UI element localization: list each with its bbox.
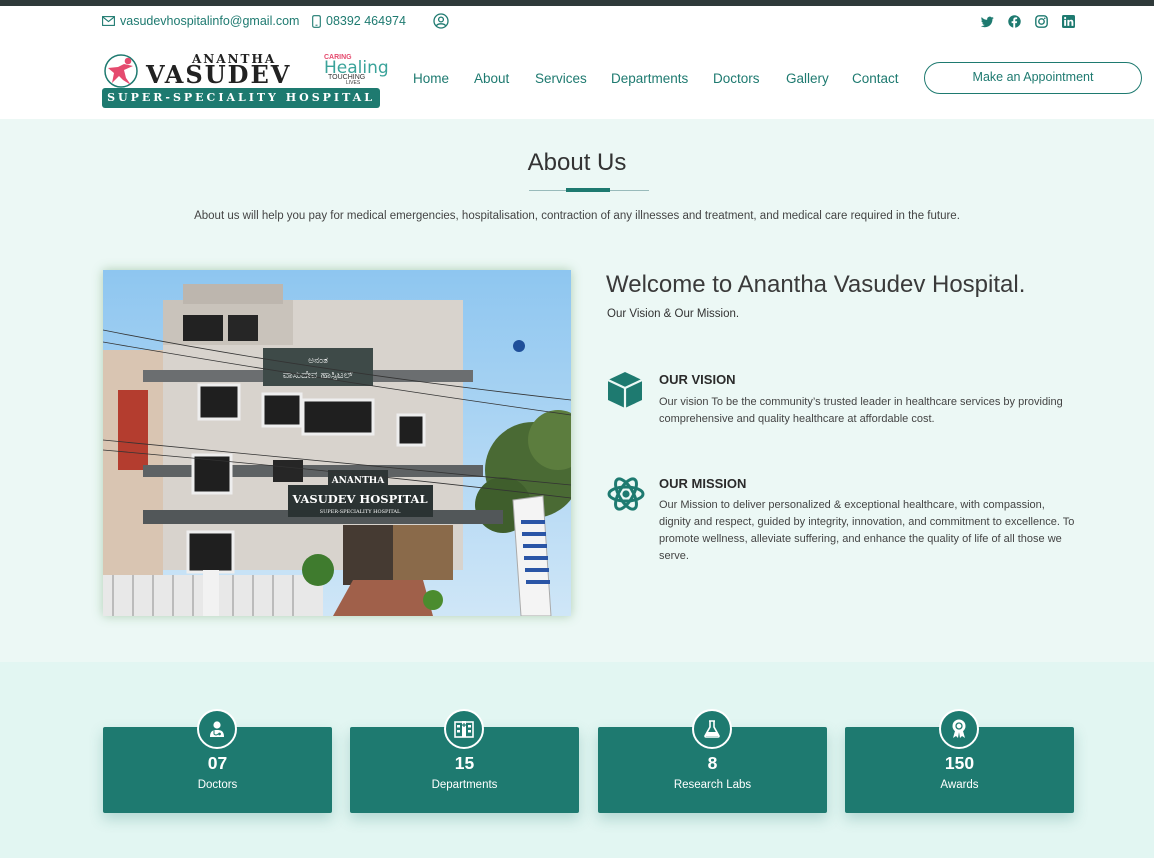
kannada-sign-top: ಅನಂತ [308, 356, 328, 366]
email-contact[interactable]: vasudevhospitalinfo@gmail.com [102, 14, 299, 28]
nav-about[interactable]: About [474, 71, 509, 86]
logo-line2: VASUDEV [146, 60, 292, 89]
make-appointment-button[interactable]: Make an Appointment [924, 62, 1142, 94]
stat-label: Awards [940, 779, 979, 791]
award-icon [939, 709, 979, 749]
nav-gallery[interactable]: Gallery [786, 71, 829, 86]
doctor-icon [197, 709, 237, 749]
nav-services[interactable]: Services [535, 71, 587, 86]
user-circle-icon [433, 13, 449, 29]
stat-card-awards: 150 Awards [845, 709, 1074, 813]
phone-text: 08392 464974 [326, 14, 406, 28]
site-header: ANANTHA VASUDEV CARING Healing TOUCHING … [0, 38, 1154, 119]
vision-title: OUR VISION [659, 372, 736, 387]
title-accent-bar [566, 188, 610, 192]
nav-contact[interactable]: Contact [852, 71, 899, 86]
sign-name: VASUDEV HOSPITAL [291, 492, 427, 506]
sign-anantha: ANANTHA [331, 476, 386, 486]
mail-icon [102, 16, 115, 26]
stat-value: 150 [944, 753, 975, 773]
linkedin-icon[interactable] [1062, 15, 1076, 29]
cube-icon [607, 372, 643, 408]
flask-icon [692, 709, 732, 749]
user-account-button[interactable] [433, 13, 449, 29]
info-bar: vasudevhospitalinfo@gmail.com 08392 4649… [0, 6, 1154, 38]
email-text: vasudevhospitalinfo@gmail.com [120, 14, 300, 28]
running-figure-icon [104, 54, 138, 88]
hospital-logo[interactable]: ANANTHA VASUDEV CARING Healing TOUCHING … [102, 50, 389, 112]
about-section: About Us About us will help you pay for … [0, 119, 1154, 662]
stats-section: 07 Doctors 15 Departments 8 Research Lab… [0, 662, 1154, 858]
hospital-building-photo: ಅನಂತ ವಾಸುದೇವ ಹಾಸ್ಪಿಟಲ್ ANANTHA VASUDEV H… [103, 270, 571, 616]
phone-contact[interactable]: 08392 464974 [312, 14, 406, 28]
atom-icon [607, 477, 645, 511]
logo-band: SUPER-SPECIALITY HOSPITAL [102, 88, 380, 108]
nav-home[interactable]: Home [413, 71, 449, 86]
kannada-sign-name: ವಾಸುದೇವ ಹಾಸ್ಪಿಟಲ್ [283, 370, 354, 381]
welcome-heading: Welcome to Anantha Vasudev Hospital. [606, 271, 1026, 298]
hospital-building-icon [444, 709, 484, 749]
stat-label: Doctors [197, 779, 238, 791]
about-title: About Us [527, 149, 627, 176]
stat-card-research-labs: 8 Research Labs [598, 709, 827, 813]
stat-value: 07 [207, 753, 228, 773]
logo-tagline: CARING Healing TOUCHING LIVES [324, 54, 389, 86]
stat-card-departments: 15 Departments [350, 709, 579, 813]
twitter-icon[interactable] [980, 15, 995, 29]
nav-departments[interactable]: Departments [611, 71, 688, 86]
stat-card-doctors: 07 Doctors [103, 709, 332, 813]
about-subtitle: About us will help you pay for medical e… [194, 210, 960, 222]
stat-label: Departments [431, 779, 498, 791]
mission-text: Our Mission to deliver personalized & ex… [659, 499, 1075, 562]
stat-value: 15 [454, 753, 475, 773]
vision-text: Our vision To be the community’s trusted… [659, 396, 1063, 425]
welcome-subheading: Our Vision & Our Mission. [607, 308, 740, 320]
sign-sub: SUPER-SPECIALITY HOSPITAL [320, 509, 401, 515]
tag-lives: LIVES [346, 80, 361, 86]
stat-value: 8 [707, 753, 718, 773]
mission-title: OUR MISSION [659, 476, 747, 491]
nav-doctors[interactable]: Doctors [713, 71, 760, 86]
stat-label: Research Labs [673, 779, 752, 791]
facebook-icon[interactable] [1008, 15, 1022, 29]
phone-icon [312, 14, 321, 28]
instagram-icon[interactable] [1035, 15, 1049, 29]
